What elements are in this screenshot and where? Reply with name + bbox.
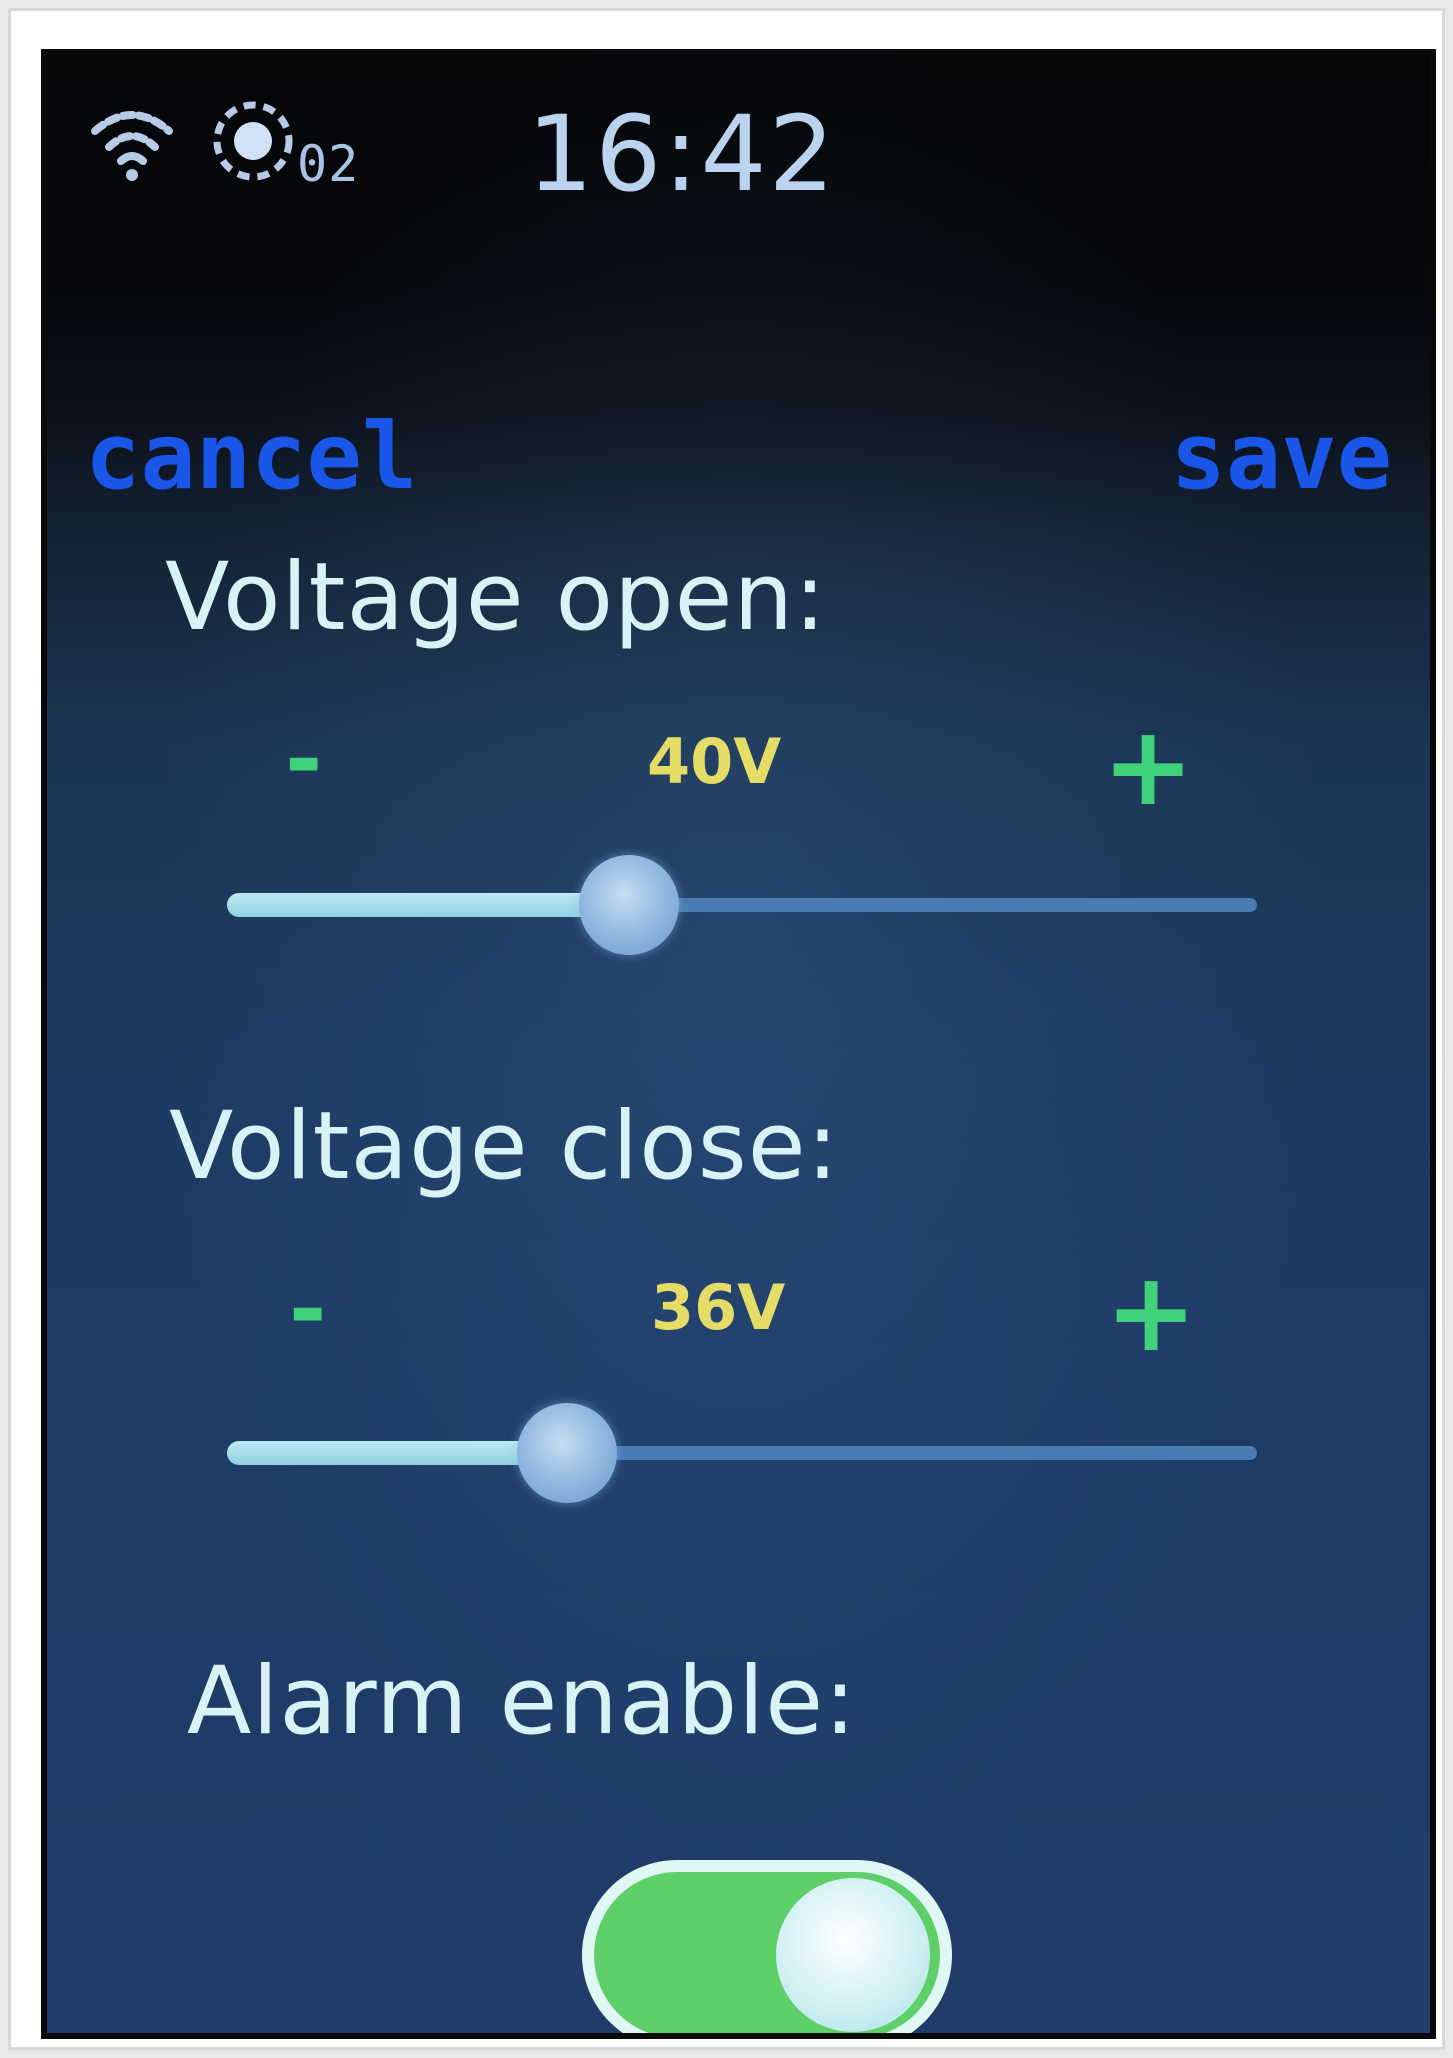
- status-bar: 02 16:42: [47, 55, 1430, 255]
- voltage-open-plus-button[interactable]: +: [1102, 711, 1194, 821]
- wifi-icon: [91, 111, 173, 181]
- satellite-count: 02: [297, 135, 360, 193]
- slider-fill: [227, 1441, 567, 1465]
- alarm-enable-label: Alarm enable:: [187, 1647, 857, 1756]
- cancel-button[interactable]: cancel: [85, 411, 417, 503]
- slider-thumb[interactable]: [517, 1403, 617, 1503]
- voltage-close-slider[interactable]: [227, 1403, 1257, 1503]
- voltage-close-minus-button[interactable]: -: [289, 1265, 326, 1355]
- save-button[interactable]: save: [1170, 411, 1392, 503]
- voltage-open-minus-button[interactable]: -: [285, 715, 322, 805]
- toggle-knob: [776, 1878, 930, 2032]
- alarm-enable-toggle[interactable]: [582, 1860, 952, 2033]
- voltage-open-label: Voltage open:: [165, 543, 827, 652]
- clock-time: 16:42: [527, 93, 837, 215]
- voltage-open-slider[interactable]: [227, 855, 1257, 955]
- gps-icon: [213, 101, 293, 181]
- voltage-open-value: 40V: [647, 725, 782, 798]
- slider-thumb[interactable]: [579, 855, 679, 955]
- device-screen: 02 16:42 cancel save Voltage open: - 40V…: [41, 49, 1436, 2039]
- device-photo-frame: 02 16:42 cancel save Voltage open: - 40V…: [8, 8, 1445, 2050]
- voltage-close-plus-button[interactable]: +: [1105, 1257, 1197, 1367]
- voltage-close-value: 36V: [651, 1271, 786, 1344]
- voltage-close-label: Voltage close:: [169, 1092, 840, 1201]
- slider-fill: [227, 893, 629, 917]
